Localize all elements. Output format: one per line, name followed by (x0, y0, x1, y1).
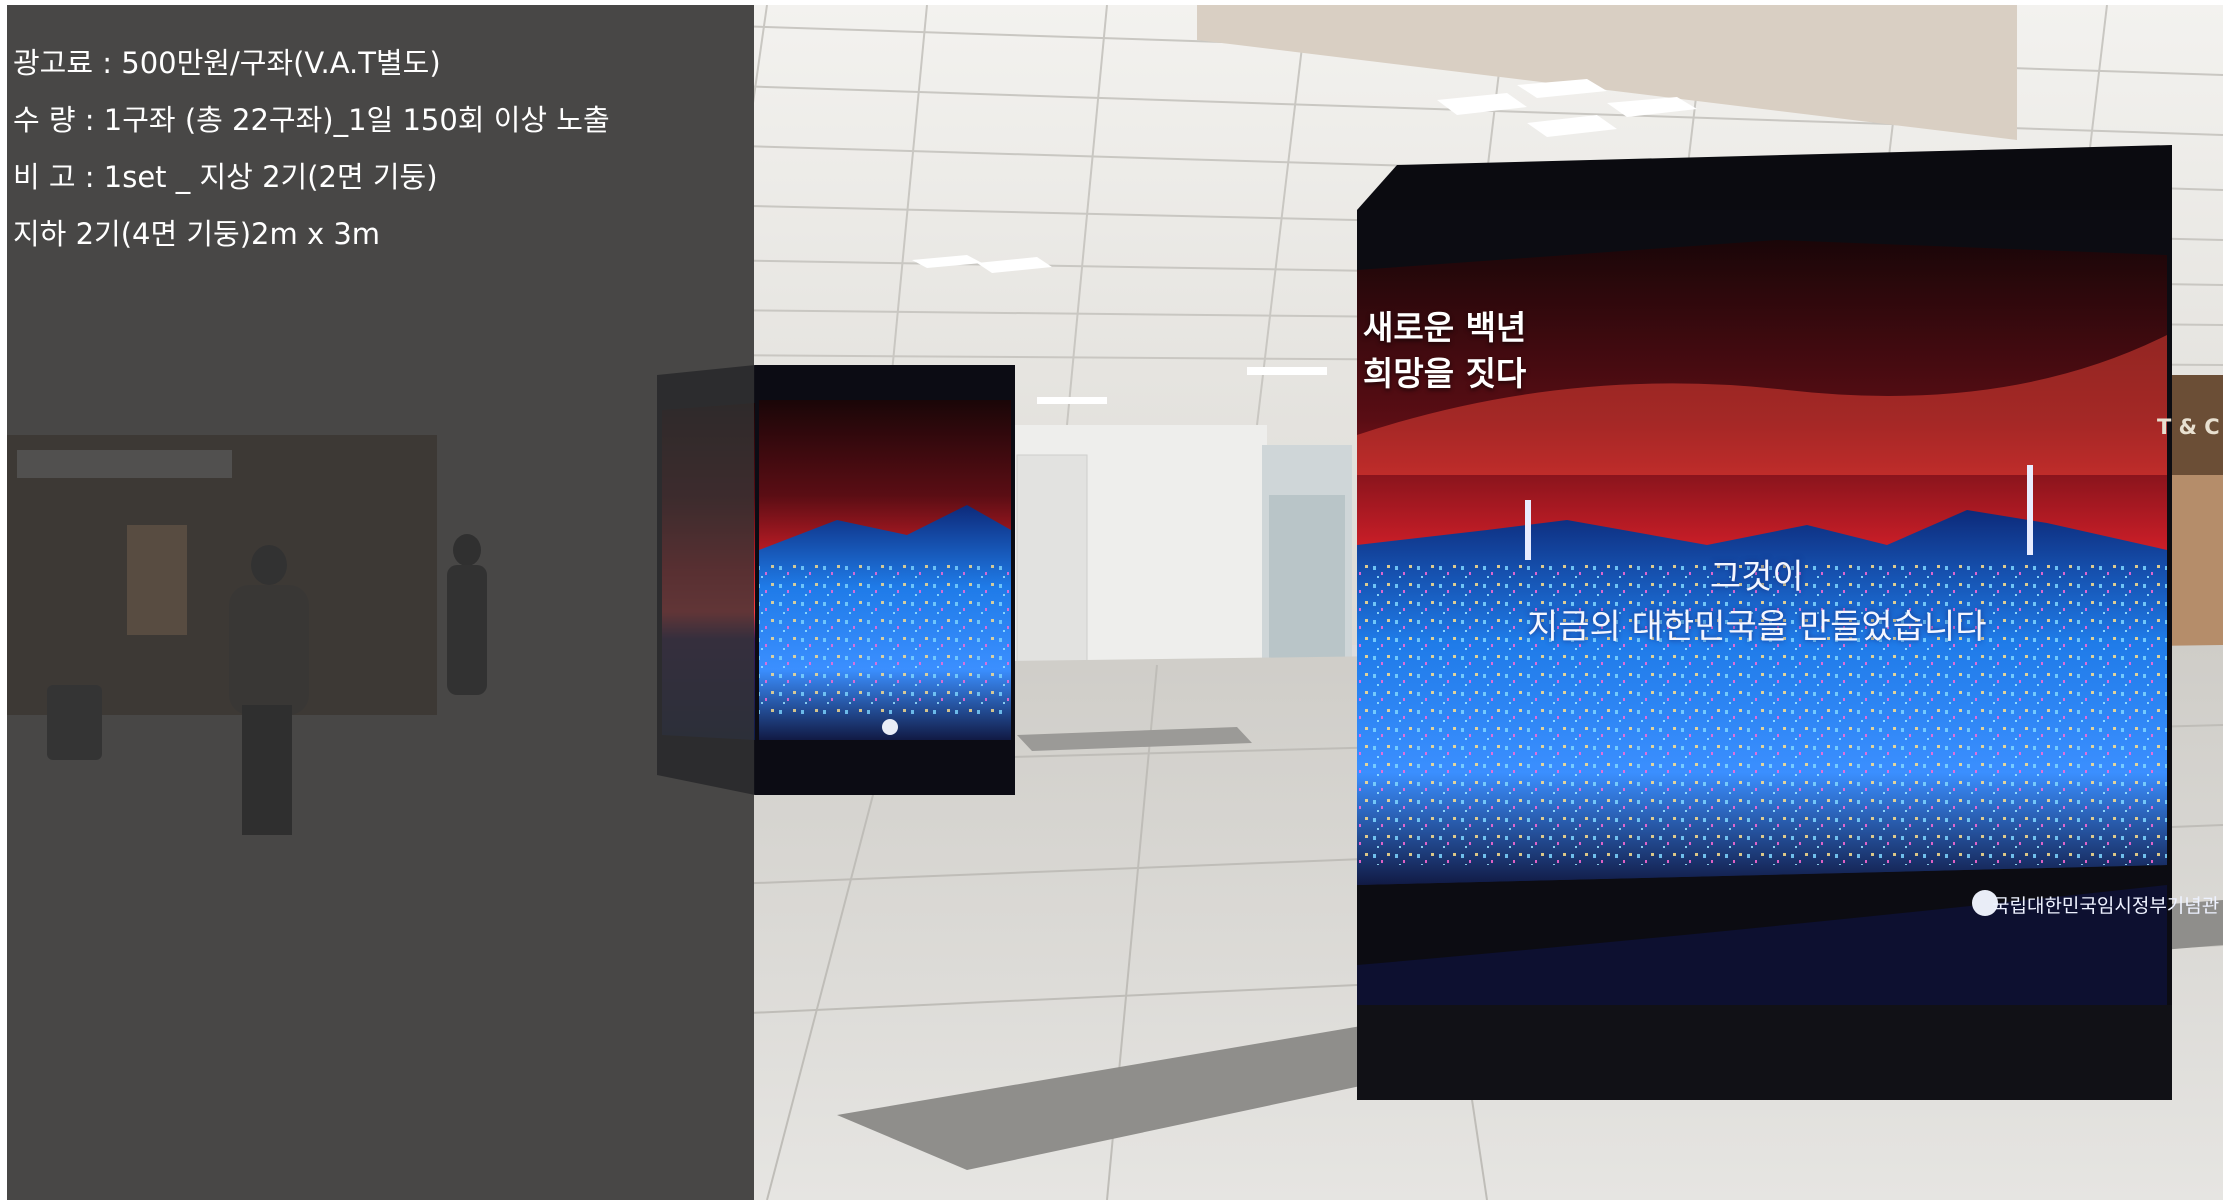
ad-fee-line: 광고료 : 500만원/구좌(V.A.T별도) (13, 46, 441, 80)
ad-size-line: 지하 2기(4면 기둥)2m x 3m (13, 217, 381, 251)
display-headline-line-1: 새로운 백년 (1363, 308, 1527, 347)
display-slogan: 그것이 지금의 대한민국을 만들었습니다 (1527, 552, 1987, 652)
photo-scene: 새로운 백년 희망을 짓다 그것이 지금의 대한민국을 만들었습니다 국립대한민… (7, 5, 2223, 1200)
ad-info-text: 광고료 : 500만원/구좌(V.A.T별도) 수 량 : 1구좌 (총 22구… (13, 35, 610, 263)
store-sign: T & C (2157, 415, 2220, 439)
ad-quantity-line: 수 량 : 1구좌 (총 22구좌)_1일 150회 이상 노출 (13, 103, 610, 137)
display-slogan-line-1: 그것이 (1709, 557, 1804, 597)
display-headline: 새로운 백년 희망을 짓다 (1363, 305, 1526, 397)
ministry-label: 국립대한민국임시정부기념관 (1992, 895, 2220, 917)
display-headline-line-2: 희망을 짓다 (1363, 354, 1527, 393)
ad-remarks-line: 비 고 : 1set _ 지상 2기(2면 기둥) (13, 160, 438, 194)
display-slogan-line-2: 지금의 대한민국을 만들었습니다 (1527, 607, 1987, 647)
